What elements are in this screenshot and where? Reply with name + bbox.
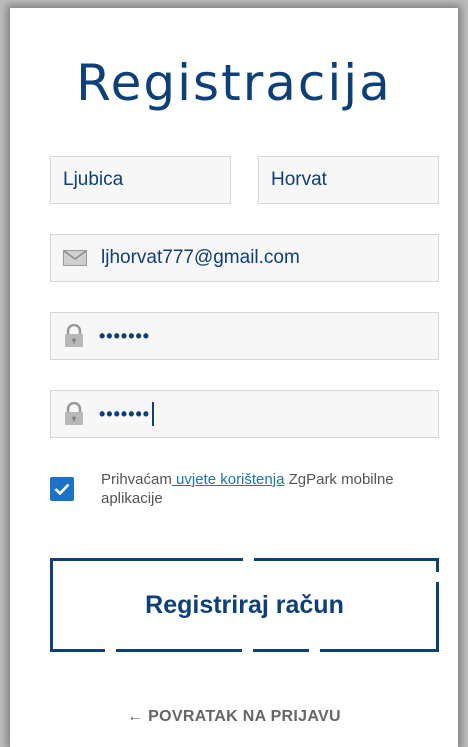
lock-icon bbox=[63, 402, 85, 426]
registration-screen: Registracija Ljubica Horvat ljhorvat777@… bbox=[10, 8, 458, 747]
terms-checkbox[interactable] bbox=[50, 477, 74, 501]
terms-link[interactable]: uvjete korištenja bbox=[172, 471, 284, 488]
register-button[interactable]: Registriraj račun bbox=[50, 558, 439, 652]
last-name-value: Horvat bbox=[271, 169, 327, 190]
register-button-label: Registriraj račun bbox=[145, 590, 344, 619]
password-confirm-field[interactable]: ••••••• bbox=[50, 390, 439, 438]
password-confirm-value: ••••••• bbox=[99, 403, 151, 424]
terms-prefix: Prihvaćam bbox=[101, 471, 172, 488]
last-name-field[interactable]: Horvat bbox=[258, 156, 439, 204]
back-to-login-link[interactable]: ← POVRATAK NA PRIJAVU bbox=[10, 708, 458, 726]
page-title: Registracija bbox=[76, 54, 392, 112]
password-value: ••••••• bbox=[99, 325, 151, 346]
first-name-value: Ljubica bbox=[63, 169, 124, 190]
first-name-field[interactable]: Ljubica bbox=[50, 156, 231, 204]
email-value: ljhorvat777@gmail.com bbox=[101, 247, 300, 268]
mail-icon bbox=[63, 250, 87, 266]
checkmark-icon bbox=[54, 483, 70, 495]
text-cursor bbox=[152, 402, 155, 426]
email-field[interactable]: ljhorvat777@gmail.com bbox=[50, 234, 439, 282]
terms-text: Prihvaćam uvjete korištenja ZgPark mobil… bbox=[101, 470, 421, 508]
lock-icon bbox=[63, 324, 85, 348]
password-field[interactable]: ••••••• bbox=[50, 312, 439, 360]
